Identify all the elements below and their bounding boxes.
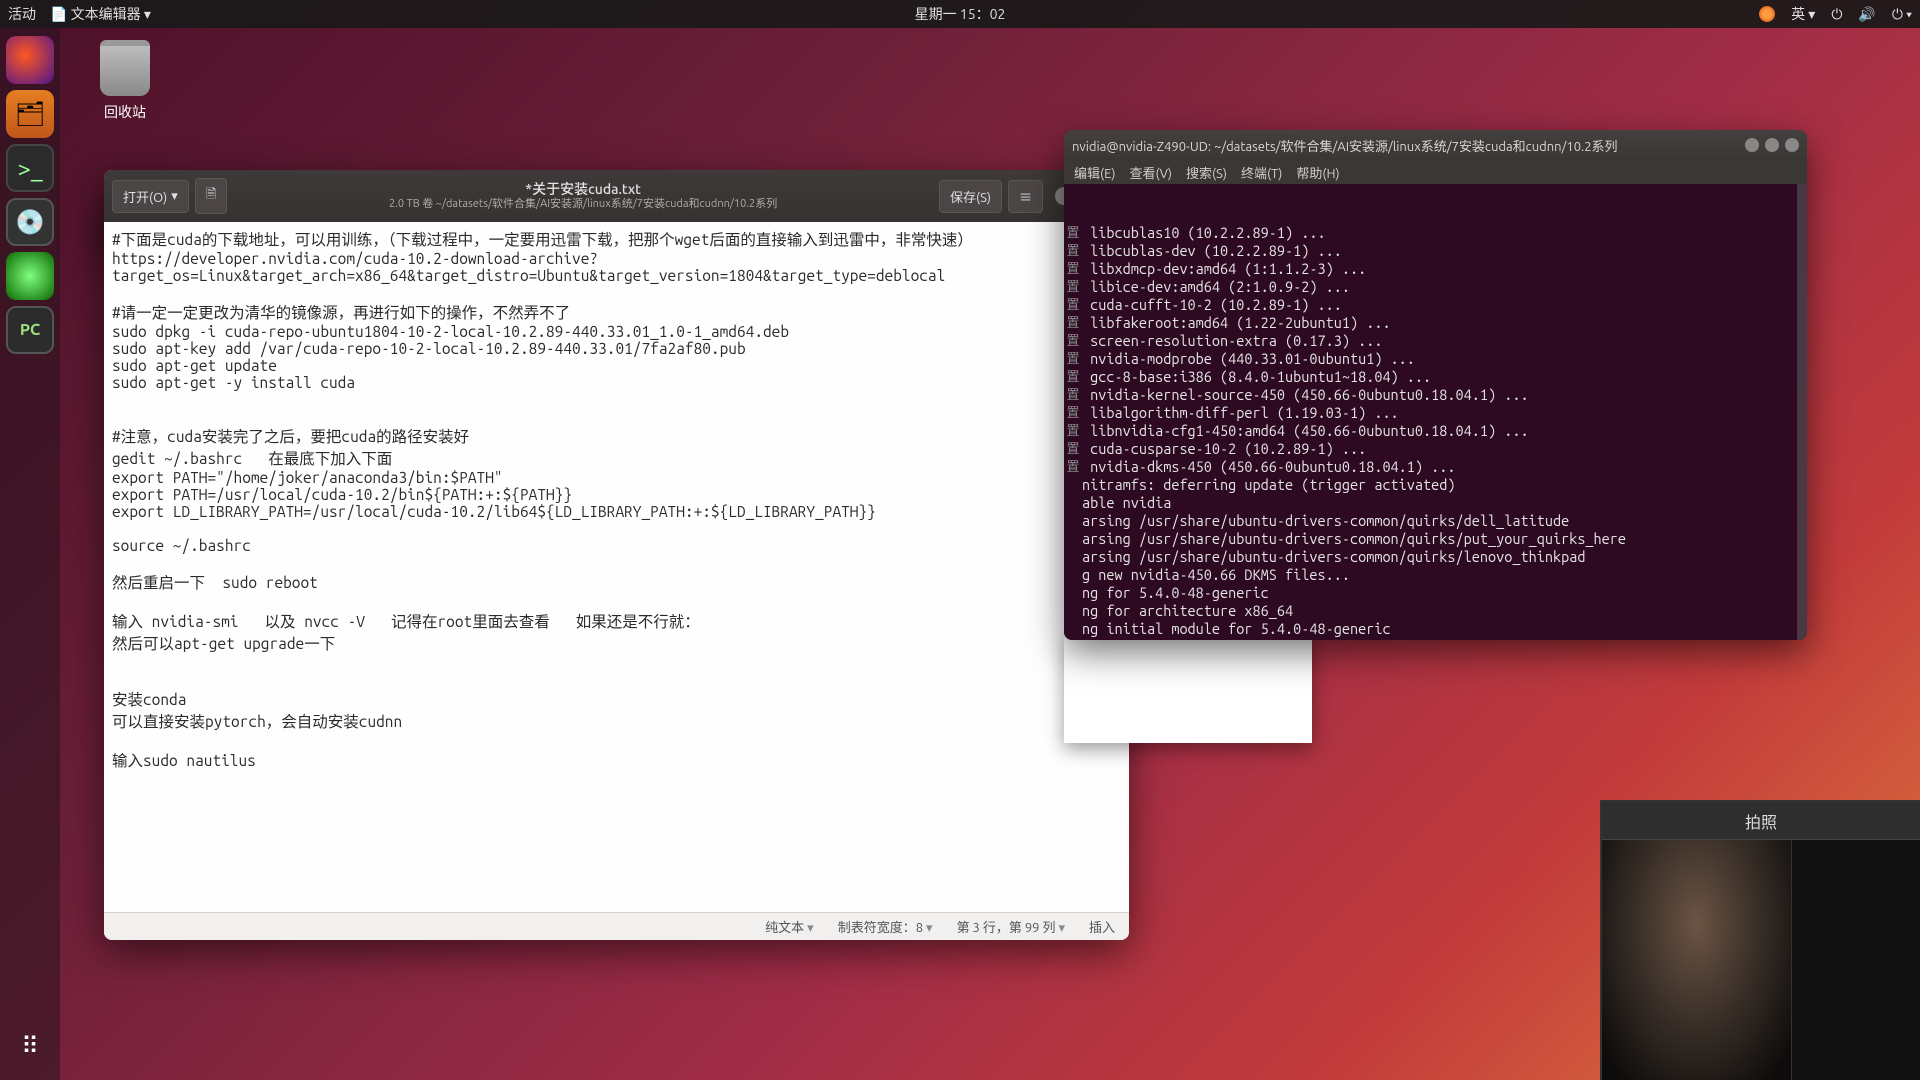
hamburger-button[interactable]: ≡ [1008,180,1043,213]
volume-icon[interactable]: 🔊 [1858,6,1875,23]
app-green-icon[interactable] [6,252,54,300]
term-minimize-icon[interactable] [1745,138,1759,152]
insert-mode: 插入 [1089,917,1115,936]
firefox-icon[interactable] [6,36,54,84]
webcam-feed [1602,840,1792,1080]
gedit-headerbar: 打开(O) ▾ 🗎 *关于安装cuda.txt 2.0 TB 卷 ~/datas… [104,170,1129,222]
save-button[interactable]: 保存(S) [939,180,1002,213]
files-icon[interactable]: 🗂 [6,90,54,138]
trash-icon [100,40,150,96]
trash-label: 回收站 [100,102,150,122]
activities-button[interactable]: 活动 [8,4,36,24]
terminal-window: nvidia@nvidia-Z490-UD: ~/datasets/软件合集/A… [1064,130,1807,640]
document-path: 2.0 TB 卷 ~/datasets/软件合集/AI安装源/linux系统/7… [233,198,933,211]
new-tab-button[interactable]: 🗎 [195,178,227,214]
terminal-menubar: 编辑(E) 查看(V) 搜索(S) 终端(T) 帮助(H) [1064,160,1807,184]
ime-indicator[interactable]: 英 ▾ [1791,4,1815,24]
term-close-icon[interactable] [1785,138,1799,152]
terminal-titlebar: nvidia@nvidia-Z490-UD: ~/datasets/软件合集/A… [1064,130,1807,160]
tab-width[interactable]: 制表符宽度：8 [838,917,933,936]
terminal-scrollbar-thumb[interactable] [1798,598,1806,630]
gedit-statusbar: 纯文本 制表符宽度：8 第 3 行，第 99 列 插入 [104,912,1129,940]
background-panel [1064,635,1312,743]
document-title: *关于安装cuda.txt [233,181,933,198]
app-menu[interactable]: 📄 文本编辑器 ▾ [50,4,151,24]
webcam-tab-photo[interactable]: 拍照 [1602,802,1920,840]
webcam-overlay: 拍照 [1600,800,1920,1080]
network-icon[interactable]: ⏻ [1831,6,1842,23]
syntax-mode[interactable]: 纯文本 [765,917,814,936]
term-maximize-icon[interactable] [1765,138,1779,152]
show-apps-icon[interactable]: ⠿ [6,1022,54,1070]
trash-desktop-icon[interactable]: 回收站 [100,40,150,122]
menu-help[interactable]: 帮助(H) [1296,163,1339,182]
top-panel: 活动 📄 文本编辑器 ▾ 星期一 15：02 英 ▾ ⏻ 🔊 ⏻ ▾ [0,0,1920,28]
menu-view[interactable]: 查看(V) [1129,163,1171,182]
terminal-icon[interactable]: >_ [6,144,54,192]
cursor-position[interactable]: 第 3 行，第 99 列 [957,917,1065,936]
dock: 🗂 >_ 💿 PC 📝 ⠿ [0,28,60,1080]
gedit-window: 打开(O) ▾ 🗎 *关于安装cuda.txt 2.0 TB 卷 ~/datas… [104,170,1129,940]
terminal-output[interactable]: 置 libcublas10 (10.2.2.89-1) ...置 libcubl… [1064,184,1807,640]
power-icon[interactable]: ⏻ ▾ [1892,6,1912,23]
open-button[interactable]: 打开(O) ▾ [112,180,189,213]
terminal-title: nvidia@nvidia-Z490-UD: ~/datasets/软件合集/A… [1072,136,1618,155]
clock[interactable]: 星期一 15：02 [915,4,1006,24]
menu-search[interactable]: 搜索(S) [1186,163,1227,182]
notification-dot-icon[interactable] [1759,6,1775,22]
menu-edit[interactable]: 编辑(E) [1074,163,1115,182]
pycharm-icon[interactable]: PC [6,306,54,354]
webcam-side-panel [1792,840,1920,1080]
disks-icon[interactable]: 💿 [6,198,54,246]
menu-terminal[interactable]: 终端(T) [1241,163,1282,182]
text-editor-area[interactable]: #下面是cuda的下载地址，可以用训练，（下载过程中，一定要用迅雷下载，把那个w… [104,222,1129,912]
